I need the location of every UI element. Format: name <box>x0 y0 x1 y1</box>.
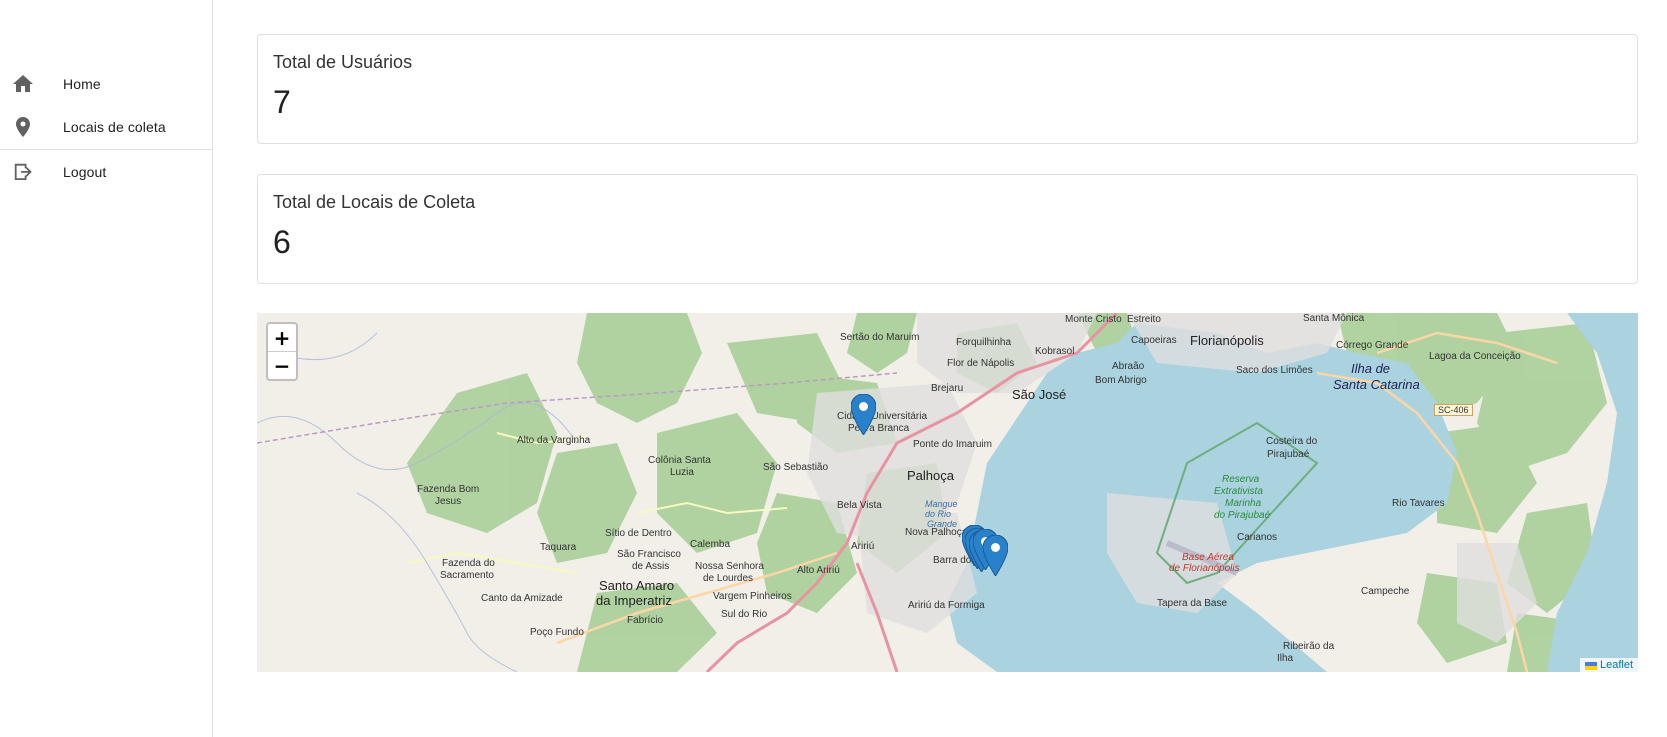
map-label: Carianos <box>1237 532 1278 543</box>
map-label: Campeche <box>1361 586 1410 597</box>
map-label: Bela Vista <box>837 500 882 511</box>
map-label: Monte Cristo <box>1065 314 1122 325</box>
total-locations-title: Total de Locais de Coleta <box>273 192 476 212</box>
sidebar: Home Locais de coleta Logout <box>0 0 213 737</box>
location-pin-icon <box>12 116 34 138</box>
map-label: Mangue <box>925 499 958 509</box>
map-label: Marinha <box>1225 498 1262 509</box>
total-locations-card: Total de Locais de Coleta 6 <box>257 174 1638 284</box>
map-label: São José <box>1012 387 1067 402</box>
map-label: São Sebastião <box>763 462 829 473</box>
total-users-card: Total de Usuários 7 <box>257 34 1638 144</box>
nav-item-logout[interactable]: Logout <box>0 150 212 194</box>
ukraine-flag-icon <box>1584 661 1597 670</box>
home-icon <box>12 73 34 95</box>
map-label: Ilha <box>1277 653 1294 664</box>
map-label: do Rio <box>925 509 952 519</box>
map-label: Saco dos Limões <box>1236 365 1313 376</box>
map-label: Poço Fundo <box>530 627 584 638</box>
leaflet-link[interactable]: Leaflet <box>1600 659 1633 671</box>
map-label: de Florianópolis <box>1169 563 1240 574</box>
nav-item-home-label: Home <box>63 76 101 92</box>
map-label: Brejaru <box>931 383 964 394</box>
map-label: Grande <box>927 519 958 529</box>
total-locations-value: 6 <box>273 224 291 260</box>
map-label: Santo Amaro <box>599 578 675 593</box>
map-label: Colônia Santa <box>648 455 711 466</box>
map-label: Fazenda do <box>442 558 495 569</box>
map-label: Sertão do Maruim <box>840 332 920 343</box>
nav-item-locais-label: Locais de coleta <box>63 119 166 135</box>
map-label: Capoeiras <box>1131 335 1177 346</box>
zoom-control: + − <box>266 322 298 381</box>
map[interactable]: Sertão do Maruim Forquilhinha Kobrasol M… <box>257 313 1638 672</box>
map-label: Taquara <box>540 542 577 553</box>
total-users-title: Total de Usuários <box>273 52 413 72</box>
map-label: do Pirajubaé <box>1214 510 1271 521</box>
map-label: Ponte do Imaruim <box>913 439 992 450</box>
nav-item-logout-label: Logout <box>63 164 107 180</box>
map-label: Sul do Rio <box>721 609 768 620</box>
map-label: Luzia <box>670 467 694 478</box>
map-label: São Francisco <box>617 549 681 560</box>
map-label: da Imperatriz <box>596 593 672 608</box>
map-label: Aririú da Formiga <box>908 600 985 611</box>
map-label: Pirajubaé <box>1267 449 1310 460</box>
map-label: Tapera da Base <box>1157 598 1228 609</box>
map-label: Sacramento <box>440 570 494 581</box>
map-label: Flor de Nápolis <box>947 358 1015 369</box>
map-marker[interactable] <box>850 393 877 436</box>
map-label: SC-406 <box>1434 404 1473 416</box>
map-attribution: Leaflet <box>1579 658 1638 672</box>
map-label: Sítio de Dentro <box>605 528 672 539</box>
map-label: Canto da Amizade <box>481 593 563 604</box>
map-label: de Lourdes <box>703 573 754 584</box>
map-label: Santa Catarina <box>1333 377 1420 392</box>
map-label: Santa Mônica <box>1303 313 1365 324</box>
map-label: Abraão <box>1112 361 1145 372</box>
map-label: Nossa Senhora <box>695 561 764 572</box>
map-label: Forquilhinha <box>956 337 1012 348</box>
map-label: Ribeirão da <box>1283 641 1335 652</box>
map-label: Fabrício <box>627 615 664 626</box>
map-label: Palhoça <box>907 468 954 483</box>
nav-item-locais-de-coleta[interactable]: Locais de coleta <box>0 105 212 149</box>
map-marker[interactable] <box>982 534 1009 577</box>
total-users-value: 7 <box>273 84 291 120</box>
zoom-in-button[interactable]: + <box>268 324 296 352</box>
map-label: Rio Tavares <box>1392 498 1445 509</box>
map-label: Alto Aririú <box>797 565 840 576</box>
map-label: Kobrasol <box>1035 346 1075 357</box>
map-label: Reserva <box>1222 474 1260 485</box>
map-label: Lagoa da Conceição <box>1429 351 1521 362</box>
map-label: Vargem Pinheiros <box>713 591 792 602</box>
map-label: Calemba <box>690 539 731 550</box>
map-label: Fazenda Bom <box>417 484 480 495</box>
map-label: Ilha de <box>1351 361 1391 376</box>
map-label: Alto da Varginha <box>517 435 591 446</box>
nav-item-home[interactable]: Home <box>0 62 212 106</box>
map-label: Extrativista <box>1214 486 1263 497</box>
map-label: Estreito <box>1127 314 1161 325</box>
map-label: Jesus <box>435 496 462 507</box>
map-label: Florianópolis <box>1190 333 1264 348</box>
map-label: Costeira do <box>1266 436 1318 447</box>
map-label: Bom Abrigo <box>1095 375 1147 386</box>
map-label: Córrego Grande <box>1336 340 1409 351</box>
map-label: de Assis <box>632 561 670 572</box>
zoom-out-button[interactable]: − <box>268 352 296 379</box>
map-label: Aririú <box>851 541 875 552</box>
map-label: Base Aérea <box>1182 552 1234 563</box>
logout-icon <box>12 161 34 183</box>
